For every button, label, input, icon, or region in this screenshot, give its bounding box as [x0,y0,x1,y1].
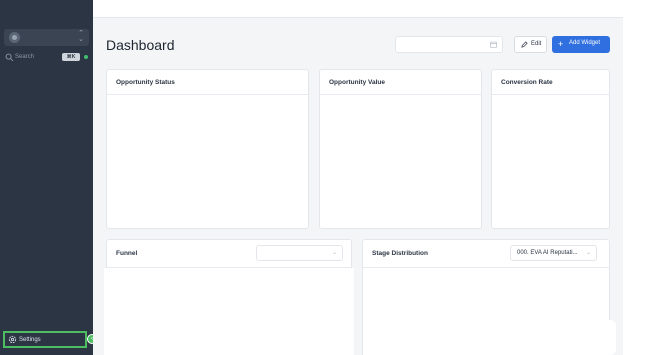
add-widget-label: Add Widget [569,40,601,46]
settings-label: Settings [19,337,41,343]
edit-label: Edit [531,41,542,47]
chevron-down-icon: ⌄ [585,250,591,256]
widget-opportunity-value: Opportunity Value [319,69,482,229]
pencil-icon [521,41,528,48]
page-title: Dashboard [106,37,175,53]
floating-panel [530,320,616,355]
edit-button[interactable]: Edit [514,36,547,53]
widget-opportunity-status: Opportunity Status [106,69,309,229]
widget-title: Opportunity Value [329,79,385,86]
widget-header: Opportunity Value [320,70,481,95]
widget-header: Stage Distribution 000. EVA AI Reputati.… [363,240,609,268]
sidebar-search[interactable]: Search ⌘K [5,52,89,64]
search-shortcut-badge: ⌘K [62,53,80,61]
widget-title: Funnel [116,250,138,257]
calendar-icon [490,41,497,48]
gear-icon [8,335,17,344]
funnel-select[interactable]: ⌄ [256,245,343,261]
main-content: Dashboard Edit + Add Widget Opportunity … [93,0,623,355]
right-margin [623,0,657,355]
widget-header: Conversion Rate [492,70,609,95]
widget-conversion-rate: Conversion Rate [491,69,610,229]
widget-header: Opportunity Status [107,70,308,95]
status-dot [84,55,88,59]
chevron-up-down-icon: ⌃ ⌄ [78,30,84,43]
stage-distribution-select[interactable]: 000. EVA AI Reputati... ⌄ [510,245,597,261]
search-label: Search [15,54,35,60]
date-range-input[interactable] [395,36,503,53]
top-bar [93,0,623,18]
add-widget-button[interactable]: + Add Widget [552,36,610,53]
settings-button[interactable]: Settings [3,331,87,348]
sidebar: ⌃ ⌄ Search ⌘K Settings [0,0,93,355]
workspace-avatar [9,32,20,43]
workspace-switcher[interactable]: ⌃ ⌄ [4,29,89,46]
widget-title: Conversion Rate [501,79,553,86]
overlay-panel-left [104,268,354,355]
search-icon [5,53,14,62]
overlay-panel-right [363,268,617,320]
widget-title: Opportunity Status [116,79,175,86]
chevron-down-icon: ⌄ [331,250,337,256]
stage-distribution-select-value: 000. EVA AI Reputati... [517,250,578,256]
plus-icon: + [558,39,564,49]
widget-header: Funnel ⌄ [107,240,351,268]
widget-title: Stage Distribution [372,250,428,257]
app-root: ⌃ ⌄ Search ⌘K Settings ‹ Dashboard Edit … [0,0,657,355]
